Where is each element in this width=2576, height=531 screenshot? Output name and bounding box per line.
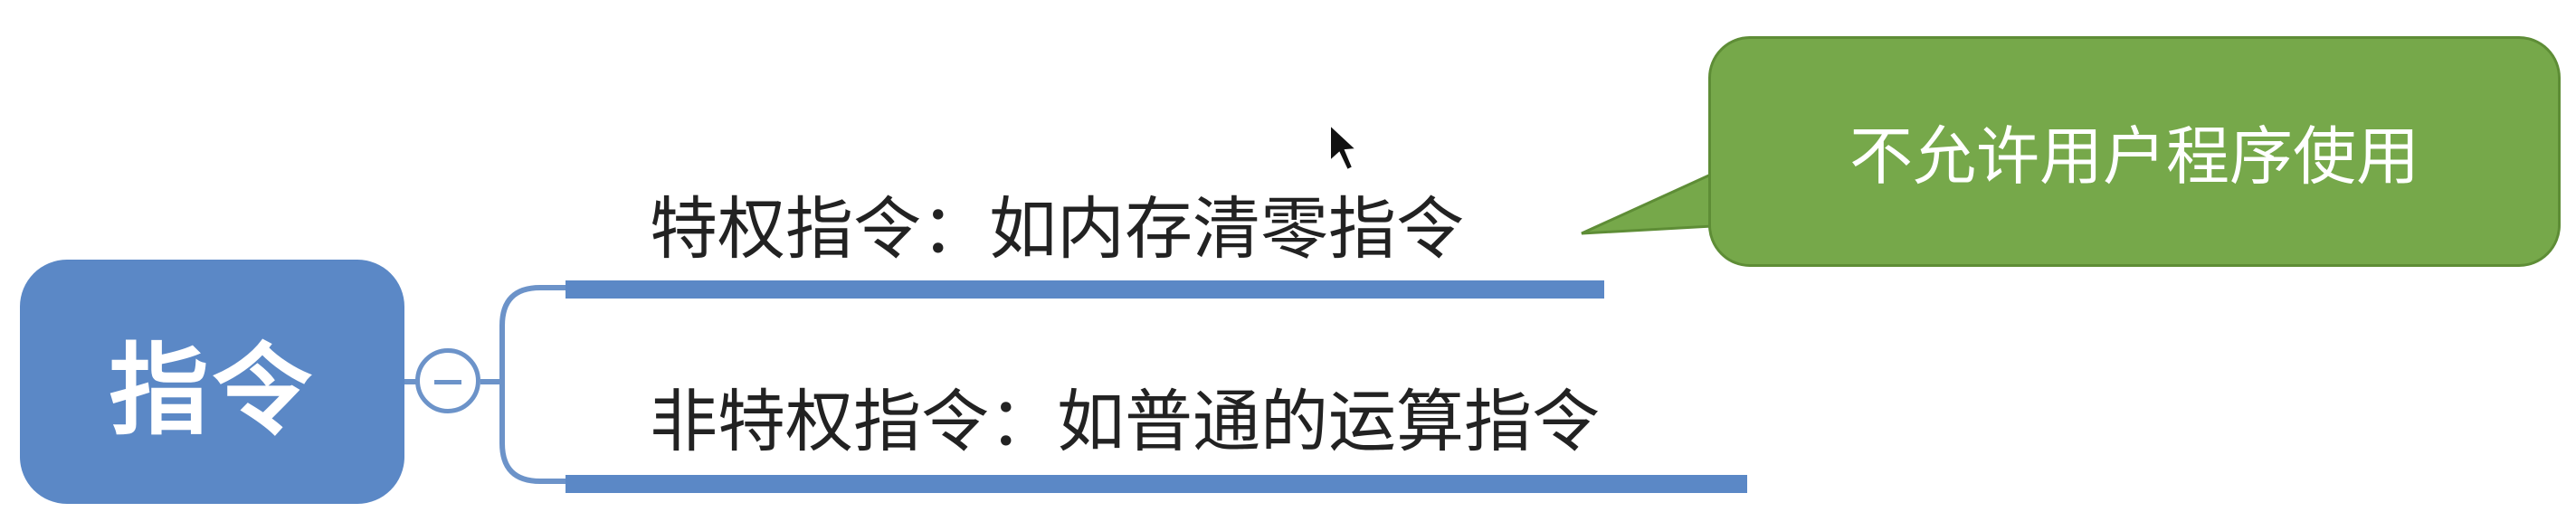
cursor-icon xyxy=(1329,122,1359,172)
branch-2-connector xyxy=(499,382,566,484)
branch-privileged-label[interactable]: 特权指令：如内存清零指令 xyxy=(650,174,1464,272)
callout-note[interactable]: 不允许用户程序使用 xyxy=(1708,36,2561,267)
branch-1-underline xyxy=(566,280,1604,299)
collapse-toggle-button[interactable] xyxy=(415,348,480,413)
callout-pointer xyxy=(1581,171,1715,235)
branch-1-connector xyxy=(480,285,566,384)
branch-non-privileged-label[interactable]: 非特权指令：如普通的运算指令 xyxy=(650,366,1600,465)
minus-icon xyxy=(434,380,461,384)
root-node[interactable]: 指令 xyxy=(20,260,404,504)
branch-2-underline xyxy=(566,475,1747,493)
root-node-label: 指令 xyxy=(109,333,316,449)
callout-note-text: 不允许用户程序使用 xyxy=(1849,119,2419,194)
